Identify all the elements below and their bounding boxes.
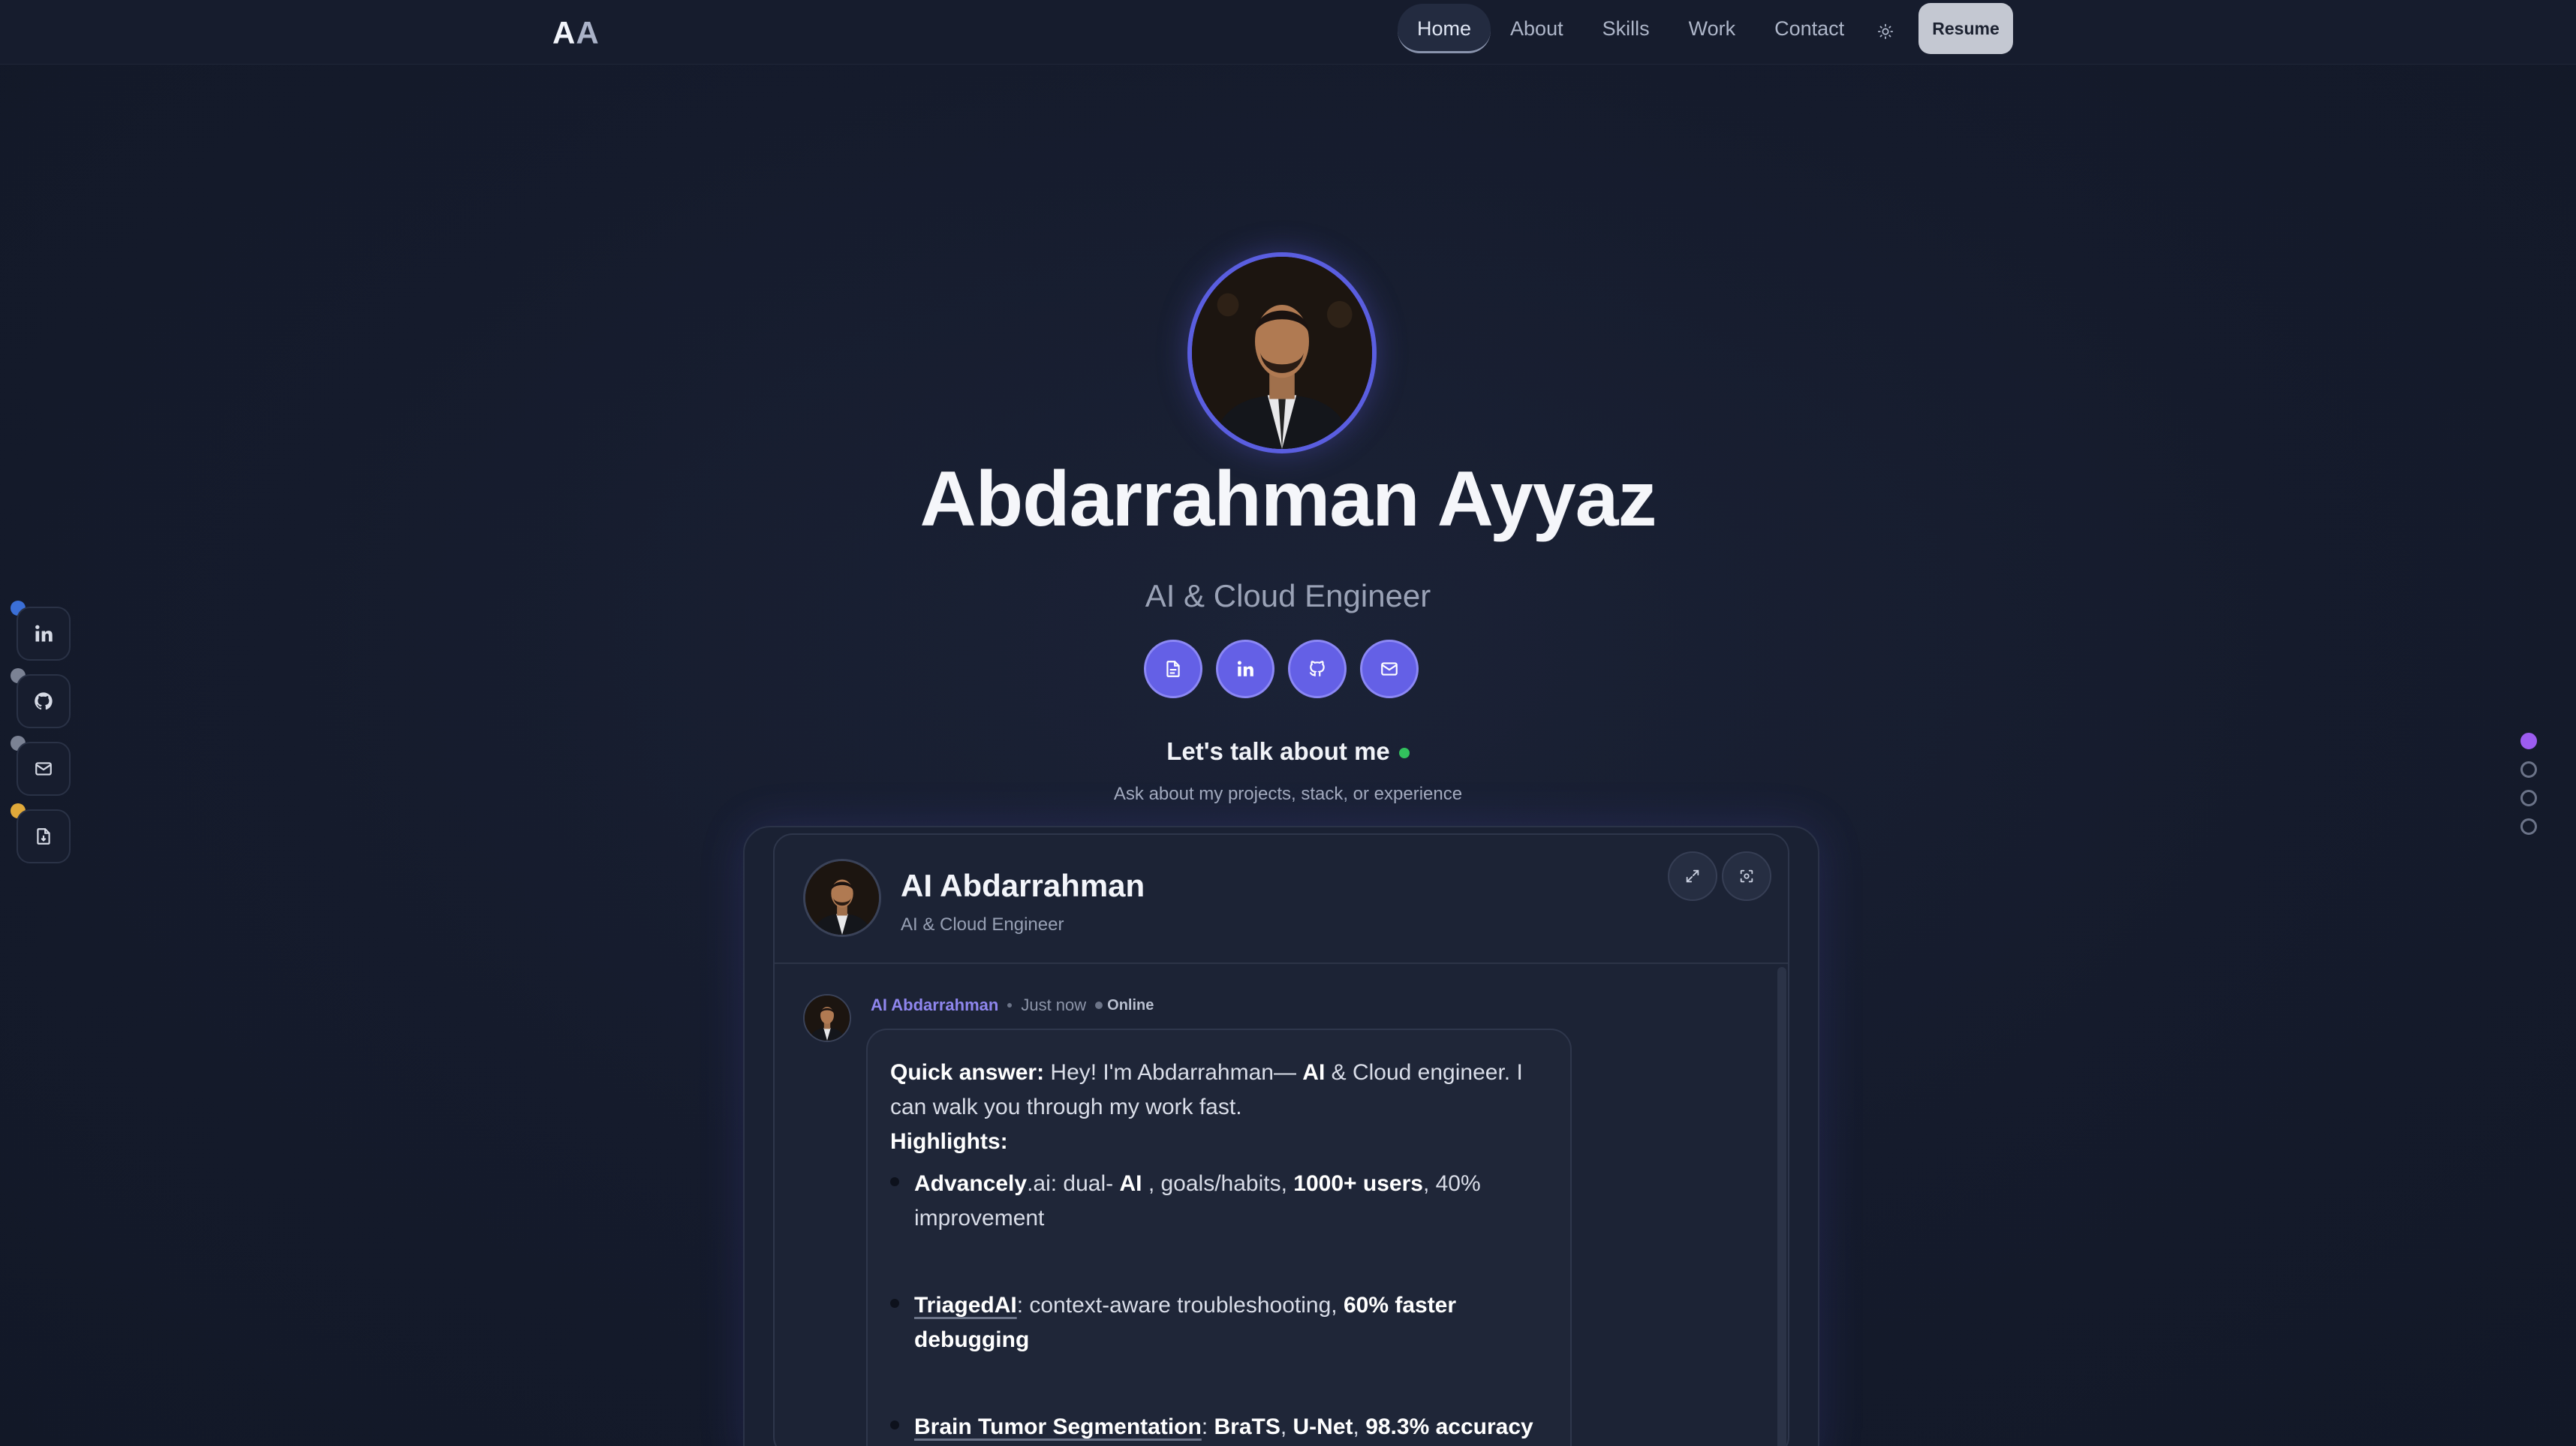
hero-role: AI & Cloud Engineer bbox=[1145, 578, 1431, 613]
logo-letter-2: A bbox=[576, 15, 600, 50]
nav-home[interactable]: Home bbox=[1398, 4, 1491, 53]
site-logo[interactable]: AA bbox=[552, 11, 600, 56]
profile-photo bbox=[1187, 252, 1377, 453]
list-item: Advancely.ai: dual- AI , goals/habits, 1… bbox=[890, 1167, 1548, 1236]
nav-contact[interactable]: Contact bbox=[1755, 4, 1864, 53]
rail-github-button[interactable] bbox=[17, 674, 71, 728]
hero-mail-button[interactable] bbox=[1360, 640, 1419, 698]
item-text: , goals/habits, bbox=[1142, 1171, 1294, 1196]
nav-about[interactable]: About bbox=[1491, 4, 1583, 53]
chat-header: AI Abdarrahman AI & Cloud Engineer bbox=[775, 835, 1788, 964]
item-text: : dual- bbox=[1050, 1171, 1120, 1196]
quick-answer-label: Quick answer: bbox=[890, 1060, 1045, 1085]
meta-separator bbox=[1007, 1003, 1013, 1008]
chat-heading-text: Let's talk about me bbox=[1166, 737, 1390, 765]
message-author: AI Abdarrahman bbox=[871, 996, 999, 1014]
quick-text-1: Hey! I'm Abdarrahman— bbox=[1044, 1060, 1303, 1085]
quick-answer: Quick answer: Hey! I'm Abdarrahman— AI &… bbox=[890, 1056, 1548, 1125]
chat-panel: AI Abdarrahman AI & Cloud Engineer AI Ab… bbox=[773, 833, 1789, 1446]
item-bold: AI bbox=[1119, 1171, 1142, 1196]
nav-work[interactable]: Work bbox=[1669, 4, 1756, 53]
linkedin-icon bbox=[1237, 661, 1253, 676]
highlights-label: Highlights: bbox=[890, 1125, 1548, 1159]
item-bold: U-Net bbox=[1293, 1414, 1353, 1439]
sun-icon bbox=[1877, 23, 1894, 40]
hero-github-button[interactable] bbox=[1288, 640, 1347, 698]
hero-linkedin-button[interactable] bbox=[1216, 640, 1274, 698]
top-navbar: AA Home About Skills Work Contact Resume bbox=[0, 0, 2576, 65]
rail-linkedin-button[interactable] bbox=[17, 607, 71, 661]
item-name: TriagedAI bbox=[914, 1293, 1017, 1318]
theme-toggle-button[interactable] bbox=[1867, 14, 1903, 50]
nav-skills[interactable]: Skills bbox=[1583, 4, 1669, 53]
item-text: : context-aware troubleshooting, bbox=[1016, 1293, 1344, 1318]
linkedin-icon bbox=[35, 625, 53, 642]
chat-avatar bbox=[803, 859, 881, 937]
rail-resume-button[interactable] bbox=[17, 809, 71, 863]
message-time: Just now bbox=[1021, 996, 1087, 1014]
chat-scrollbar[interactable] bbox=[1777, 967, 1786, 1446]
chat-subtitle: AI & Cloud Engineer bbox=[901, 914, 1064, 935]
github-icon bbox=[1309, 661, 1325, 676]
message-meta: AI Abdarrahman Just now Online bbox=[871, 996, 1154, 1015]
item-text: , bbox=[1280, 1414, 1293, 1439]
logo-letter-1: A bbox=[552, 15, 576, 50]
item-name-rest: .ai bbox=[1027, 1171, 1051, 1196]
pager-dot-4[interactable] bbox=[2520, 818, 2537, 835]
github-icon bbox=[35, 692, 53, 710]
message-bubble: Quick answer: Hey! I'm Abdarrahman— AI &… bbox=[866, 1029, 1572, 1446]
chat-title: AI Abdarrahman bbox=[901, 868, 1145, 903]
item-bold: 98.3% accuracy bbox=[1365, 1414, 1533, 1439]
focus-mode-button[interactable] bbox=[1722, 851, 1771, 901]
hero-resume-button[interactable] bbox=[1144, 640, 1202, 698]
quick-ai: AI bbox=[1302, 1060, 1326, 1085]
mail-icon bbox=[1381, 662, 1398, 676]
live-indicator-dot bbox=[1398, 748, 1410, 759]
chat-subheading: Ask about my projects, stack, or experie… bbox=[1113, 784, 1463, 804]
hero-links bbox=[1144, 640, 1419, 698]
document-icon bbox=[1166, 661, 1180, 677]
list-item: Brain Tumor Segmentation: BraTS, U-Net, … bbox=[890, 1410, 1548, 1444]
resume-button[interactable]: Resume bbox=[1918, 3, 2013, 54]
expand-icon bbox=[1686, 869, 1699, 883]
chat-heading: Let's talk about me bbox=[0, 737, 2576, 766]
hero-name: Abdarrahman Ayyaz bbox=[919, 456, 1657, 543]
item-name: Advancely bbox=[914, 1171, 1028, 1196]
expand-button[interactable] bbox=[1668, 851, 1717, 901]
online-status: Online bbox=[1095, 997, 1154, 1014]
highlights-label-text: Highlights: bbox=[890, 1129, 1008, 1154]
list-item: TriagedAI: context-aware troubleshooting… bbox=[890, 1288, 1548, 1357]
item-bold: BraTS bbox=[1214, 1414, 1280, 1439]
item-text: : bbox=[1201, 1414, 1214, 1439]
status-dot bbox=[1095, 1002, 1103, 1010]
message-avatar bbox=[803, 994, 851, 1042]
file-icon bbox=[37, 828, 50, 845]
focus-icon bbox=[1740, 869, 1753, 883]
item-text: , bbox=[1353, 1414, 1366, 1439]
highlights-list: Advancely.ai: dual- AI , goals/habits, 1… bbox=[890, 1167, 1548, 1444]
online-status-text: Online bbox=[1107, 996, 1154, 1014]
item-name: Brain Tumor Segmentation bbox=[914, 1414, 1202, 1439]
item-bold: 1000+ users bbox=[1293, 1171, 1423, 1196]
main-nav: Home About Skills Work Contact bbox=[1398, 3, 1864, 54]
